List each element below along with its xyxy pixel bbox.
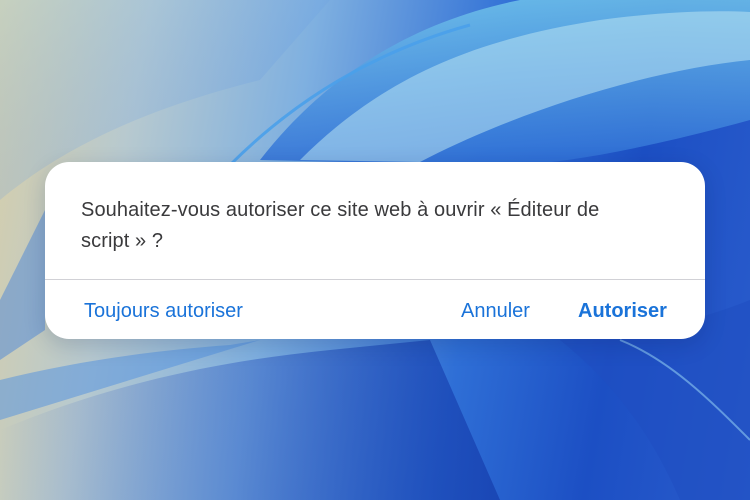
dialog-message: Souhaitez-vous autoriser ce site web à o… <box>81 195 671 257</box>
cancel-button[interactable]: Annuler <box>461 280 530 339</box>
dialog-message-line-1: Souhaitez-vous autoriser ce site web à o… <box>81 199 600 221</box>
open-app-permission-dialog: Souhaitez-vous autoriser ce site web à o… <box>45 162 705 339</box>
allow-button[interactable]: Autoriser <box>578 280 667 339</box>
always-allow-button[interactable]: Toujours autoriser <box>84 280 243 339</box>
dialog-actions: Toujours autoriser Annuler Autoriser <box>45 280 705 339</box>
dialog-message-line-2: script » ? <box>81 230 164 252</box>
